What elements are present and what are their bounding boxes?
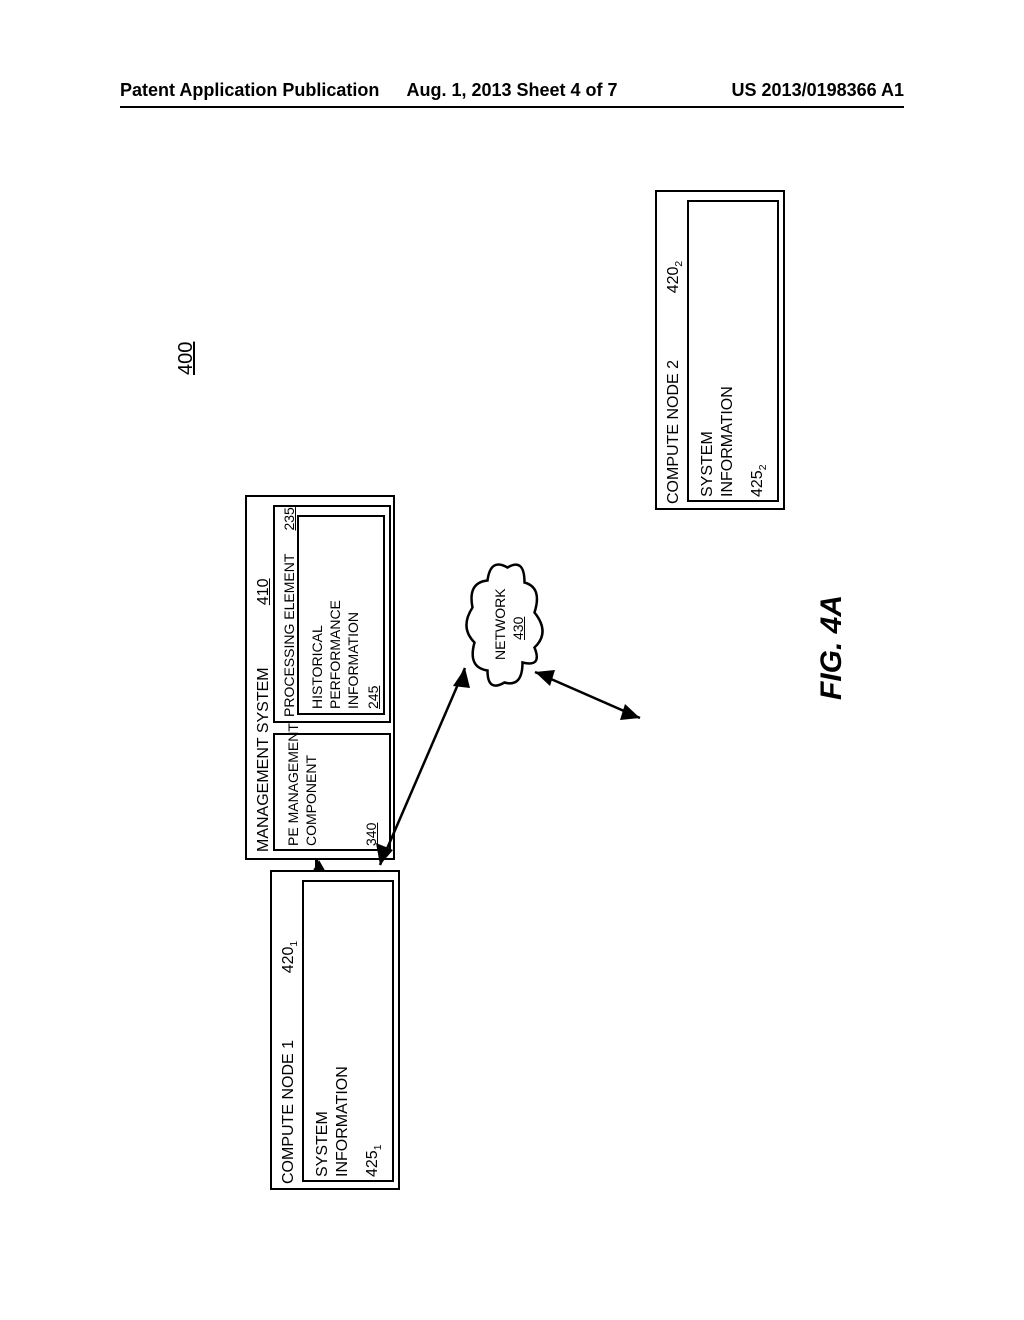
page: Patent Application Publication Aug. 1, 2… (0, 0, 1024, 1320)
hpi-line1: HISTORICAL (309, 625, 325, 709)
pemc-line2: COMPONENT (303, 755, 319, 846)
pemc-line1: PE MANAGEMENT (285, 723, 301, 846)
node1-sys-line2: INFORMATION (334, 1066, 352, 1177)
compute-node-2-title: COMPUTE NODE 2 4202 (665, 261, 685, 504)
node2-sys-line1: SYSTEM (699, 431, 717, 497)
header-left: Patent Application Publication (120, 80, 379, 101)
diagram-ref: 400 (175, 342, 198, 375)
node2-system-info-box: SYSTEM INFORMATION 4252 (687, 200, 779, 502)
node2-sys-ref: 4252 (749, 465, 769, 497)
network-ref: 430 (510, 617, 526, 640)
compute-node-1-title: COMPUTE NODE 1 4201 (280, 941, 300, 1184)
network-cloud: NETWORK 430 (440, 580, 575, 670)
hpi-line2: PERFORMANCE (327, 600, 343, 709)
compute-node-1-box: COMPUTE NODE 1 4201 SYSTEM INFORMATION 4… (270, 870, 400, 1190)
node1-sys-line1: SYSTEM (314, 1111, 332, 1177)
node2-sys-line2: INFORMATION (719, 386, 737, 497)
network-title: NETWORK (492, 588, 508, 660)
node1-system-info-box: SYSTEM INFORMATION 4251 (302, 880, 394, 1182)
figure-caption: FIG. 4A (815, 595, 849, 700)
management-system-title: MANAGEMENT SYSTEM 410 (255, 578, 273, 852)
diagram-canvas: 400 MANAGEMENT SYSTEM 410 PROCESSING ELE… (95, 160, 929, 1220)
header-right: US 2013/0198366 A1 (732, 80, 904, 101)
header-center: Aug. 1, 2013 Sheet 4 of 7 (406, 80, 617, 101)
header-rule (120, 106, 904, 108)
compute-node-2-box: COMPUTE NODE 2 4202 SYSTEM INFORMATION 4… (655, 190, 785, 510)
processing-element-title: PROCESSING ELEMENT 235 (281, 507, 297, 717)
node1-sys-ref: 4251 (364, 1145, 384, 1177)
